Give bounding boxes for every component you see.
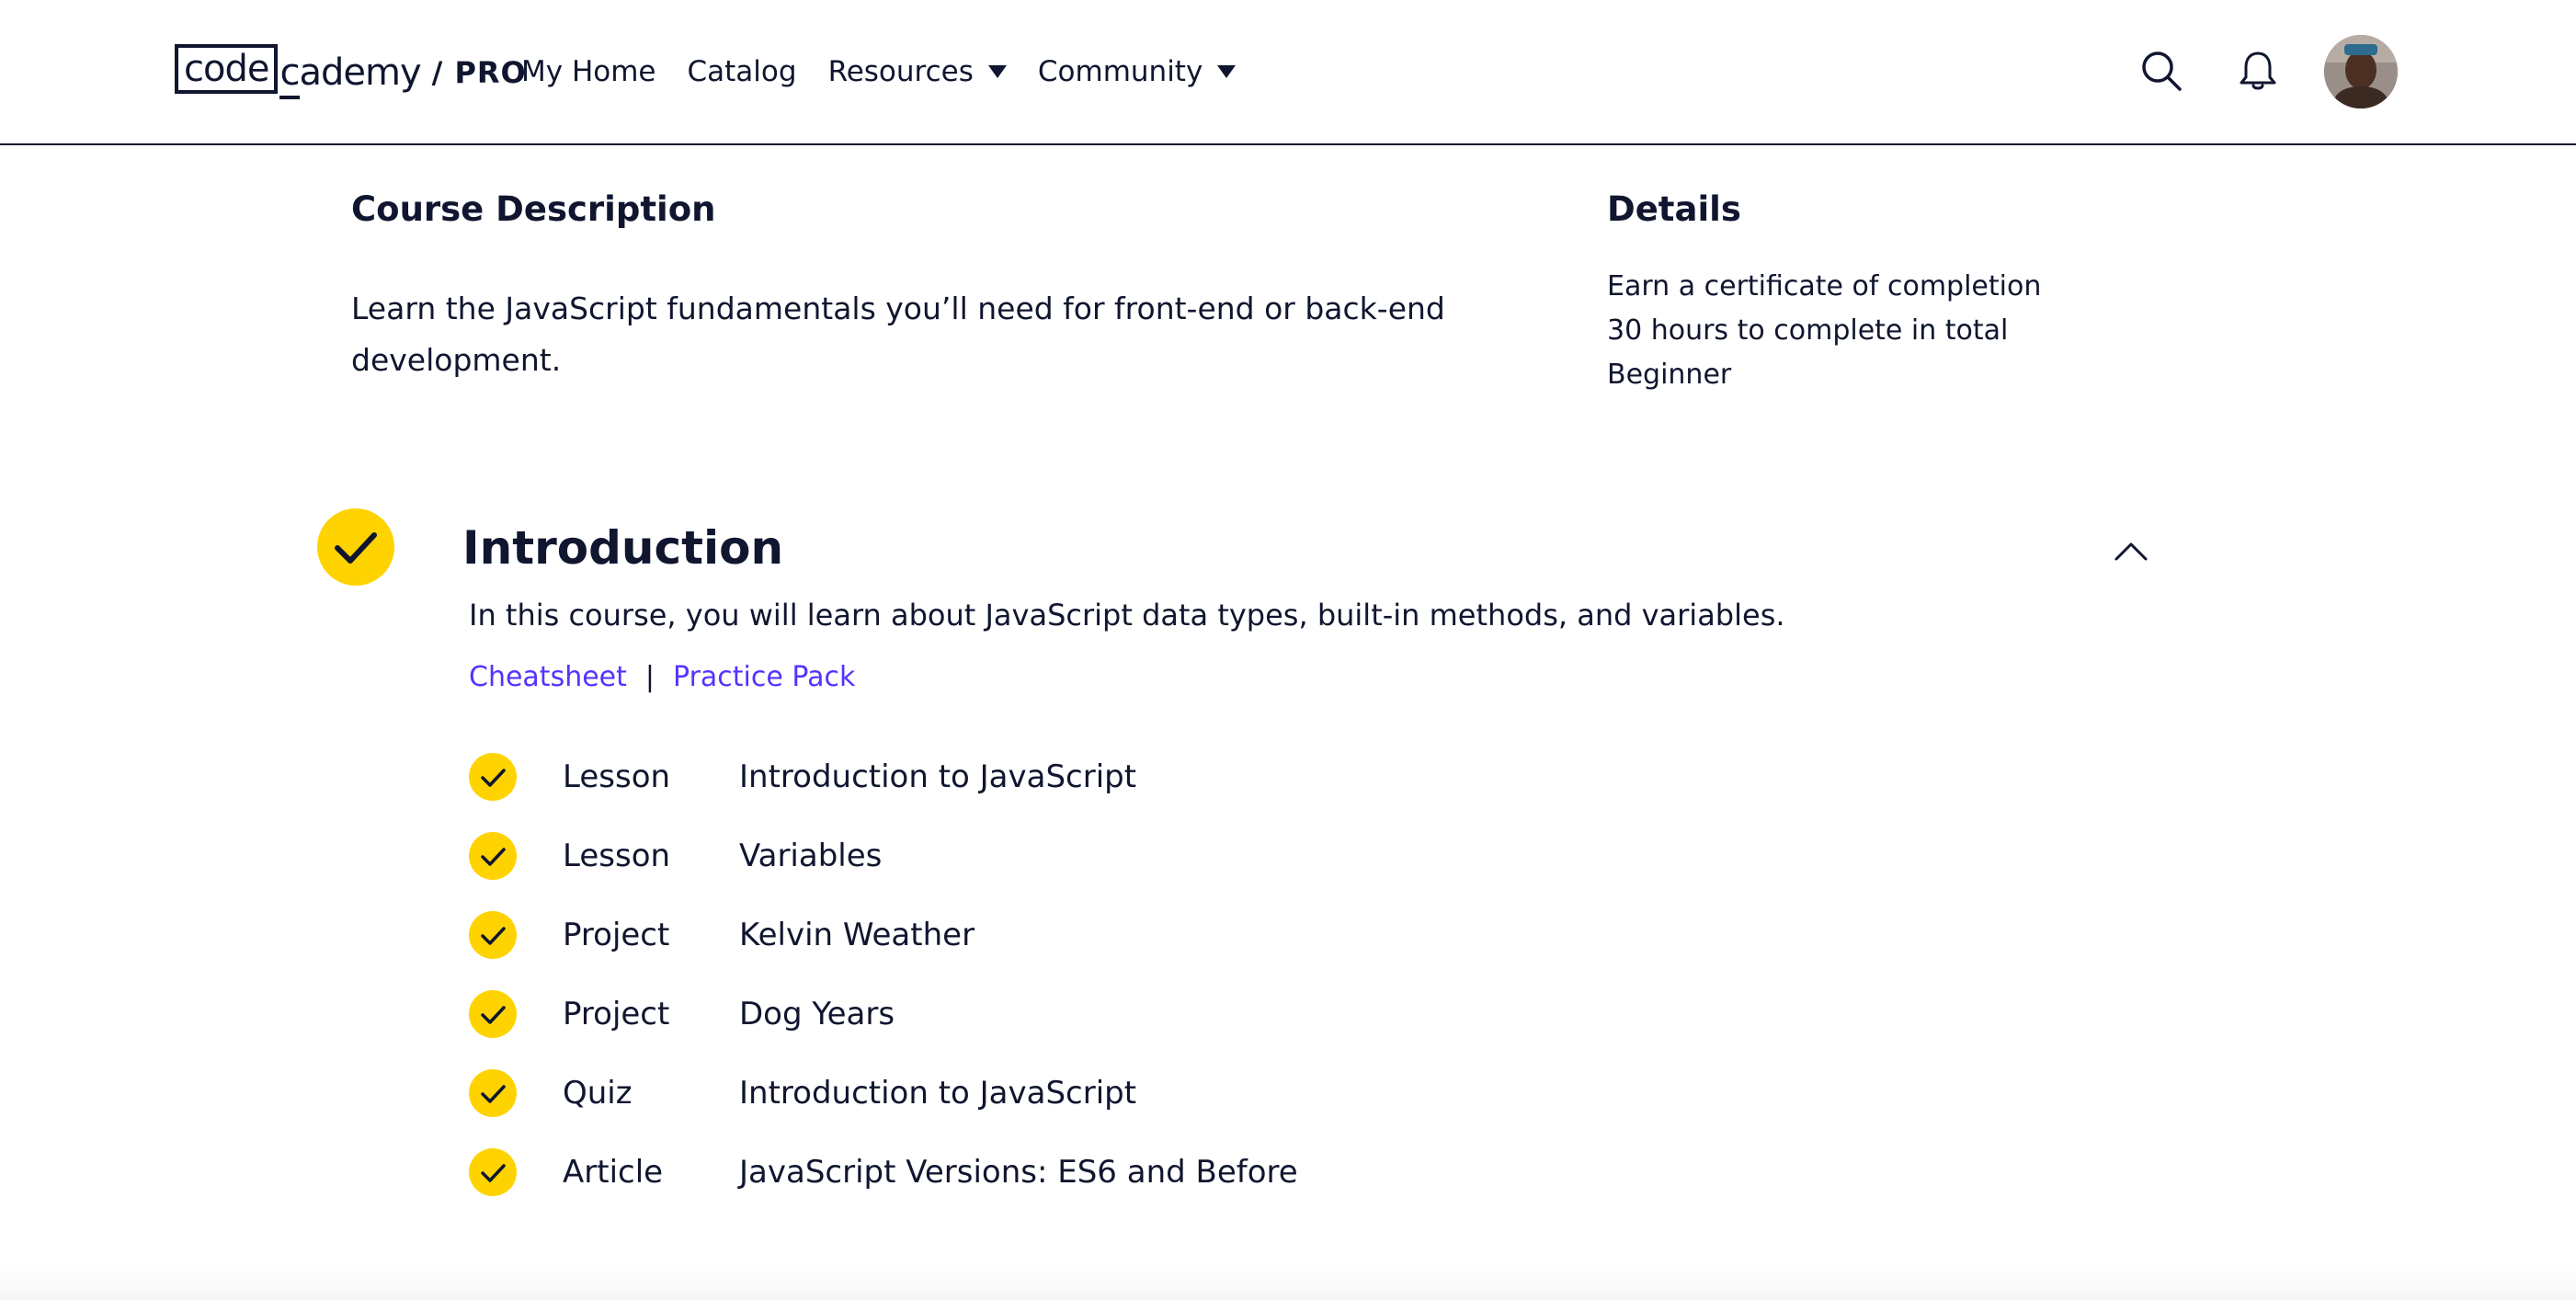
content-item-title: JavaScript Versions: ES6 and Before [739,1154,1298,1191]
nav-my-home-label: My Home [521,55,656,88]
logo-cademy-text: cademy [279,51,422,99]
course-description-heading: Course Description [351,189,716,229]
top-nav-bar: code cademy / PRO My Home Catalog Resour… [0,0,2576,145]
search-icon[interactable] [2140,50,2183,92]
detail-duration: 30 hours to complete in total [1607,314,2009,347]
cheatsheet-link[interactable]: Cheatsheet [469,655,627,701]
nav-catalog[interactable]: Catalog [688,55,797,88]
caret-down-icon [987,65,1007,78]
nav-community-label: Community [1037,55,1203,88]
caret-down-icon [1217,65,1237,78]
content-item-type: Lesson [563,758,671,795]
check-icon [469,1148,517,1196]
content-item-title: Dog Years [739,996,895,1032]
bottom-fade [0,1263,2576,1300]
module-resource-links: Cheatsheet | Practice Pack [469,655,855,701]
chevron-up-icon[interactable] [2111,533,2151,566]
content-item-type: Lesson [563,838,671,874]
content-item-title: Kelvin Weather [739,917,975,953]
module-description: In this course, you will learn about Jav… [469,598,1785,633]
module-title: Introduction [462,521,784,575]
content-item-type: Quiz [563,1075,633,1112]
bell-icon[interactable] [2238,50,2280,92]
module-content-list: Lesson Introduction to JavaScript Lesson… [469,737,1298,1212]
nav-catalog-label: Catalog [687,55,797,88]
user-avatar[interactable] [2324,35,2398,108]
content-item[interactable]: Quiz Introduction to JavaScript [469,1054,1298,1133]
logo-pro-label: / PRO [431,55,527,90]
nav-resources-dropdown[interactable]: Resources [828,55,1007,88]
nav-resources-label: Resources [827,55,974,88]
content-item-type: Project [563,996,670,1032]
details-list: Earn a certificate of completion 30 hour… [1607,265,2041,397]
course-description-text: Learn the JavaScript fundamentals you’ll… [351,291,1445,378]
content-item[interactable]: Lesson Variables [469,816,1298,895]
codecademy-pro-logo[interactable]: code cademy / PRO [175,42,527,99]
content-item-title: Variables [739,838,883,874]
check-icon [469,1069,517,1117]
link-separator: | [644,661,655,693]
logo-code-box: code [175,44,279,94]
content-item-type: Article [563,1154,664,1191]
content-item-title: Introduction to JavaScript [739,1075,1137,1112]
detail-certificate: Earn a certificate of completion [1607,270,2042,302]
content-item[interactable]: Project Dog Years [469,975,1298,1054]
page: code cademy / PRO My Home Catalog Resour… [0,0,2576,1300]
practice-pack-link[interactable]: Practice Pack [673,655,855,701]
content-item[interactable]: Article JavaScript Versions: ES6 and Bef… [469,1133,1298,1212]
nav-community-dropdown[interactable]: Community [1037,55,1237,88]
check-icon [469,911,517,959]
content-item[interactable]: Lesson Introduction to JavaScript [469,737,1298,816]
check-icon [469,753,517,801]
content-item[interactable]: Project Kelvin Weather [469,895,1298,975]
module-complete-check-icon [317,508,394,586]
details-heading: Details [1607,189,1741,229]
nav-my-home[interactable]: My Home [521,55,656,88]
check-icon [469,832,517,880]
content-item-title: Introduction to JavaScript [739,758,1137,795]
detail-level: Beginner [1607,359,1732,391]
main-nav: My Home Catalog Resources Community [521,46,1267,97]
check-icon [469,990,517,1038]
content-item-type: Project [563,917,670,953]
